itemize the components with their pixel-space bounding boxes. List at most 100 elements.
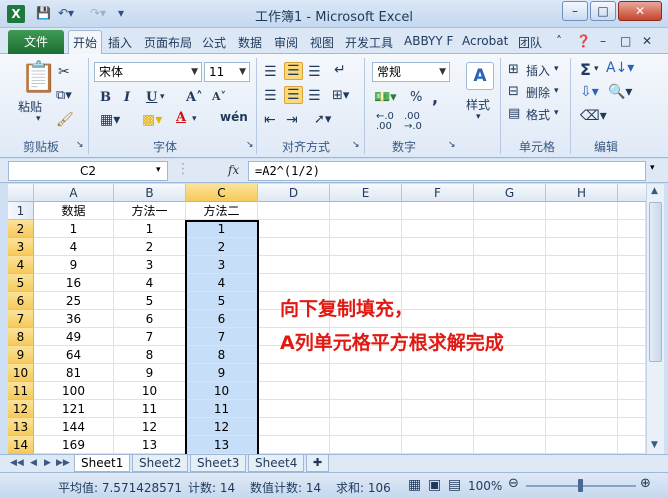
cell-e-row[interactable] — [330, 382, 402, 400]
page-layout-view-icon[interactable]: ▣ — [428, 477, 441, 493]
cell-c-row[interactable]: 7 — [186, 328, 258, 346]
shrink-font-button[interactable]: A˅ — [212, 90, 226, 103]
tab-acrobat[interactable]: Acrobat — [462, 34, 508, 48]
cell-a-row[interactable]: 64 — [34, 346, 114, 364]
cell-h-row[interactable] — [546, 292, 618, 310]
tab-data[interactable]: 数据 — [238, 34, 262, 51]
merge-center-icon[interactable]: ⊞▾ — [332, 88, 349, 103]
wrap-text-icon[interactable]: ↵ — [334, 62, 346, 78]
cell-x-row[interactable] — [618, 400, 646, 418]
cell-g-row[interactable] — [474, 418, 546, 436]
increase-decimal-icon[interactable]: ←.0.00 — [376, 112, 394, 132]
scroll-up-icon[interactable]: ▲ — [651, 186, 658, 196]
cell-b-row[interactable]: 3 — [114, 256, 186, 274]
cell-a-row[interactable]: 144 — [34, 418, 114, 436]
zoom-level[interactable]: 100% — [468, 479, 502, 493]
cell-f-row[interactable] — [402, 382, 474, 400]
borders-icon[interactable]: ▦▾ — [100, 112, 120, 128]
increase-indent-icon[interactable]: ⇥ — [286, 112, 298, 128]
align-bottom-icon[interactable]: ☰ — [308, 64, 321, 80]
cell-x-row[interactable] — [618, 346, 646, 364]
cell-a-row[interactable]: 25 — [34, 292, 114, 310]
workbook-minimize-icon[interactable]: – — [600, 34, 606, 48]
sheet-tab-sheet1[interactable]: Sheet1 — [74, 455, 131, 472]
column-header-f[interactable]: F — [402, 184, 474, 202]
cell-a-row[interactable]: 数据 — [34, 202, 114, 220]
last-sheet-icon[interactable]: ▶▶ — [56, 458, 70, 468]
row-header[interactable]: 3 — [8, 238, 34, 256]
cell-e-row[interactable] — [330, 220, 402, 238]
cell-h-row[interactable] — [546, 202, 618, 220]
select-all-corner[interactable] — [8, 184, 34, 202]
tab-developer[interactable]: 开发工具 — [345, 34, 393, 51]
column-header-h[interactable]: H — [546, 184, 618, 202]
cell-a-row[interactable]: 49 — [34, 328, 114, 346]
alignment-launcher-icon[interactable]: ↘ — [352, 140, 360, 150]
cell-b-row[interactable]: 9 — [114, 364, 186, 382]
align-left-icon[interactable]: ☰ — [264, 88, 277, 104]
cell-c-row[interactable]: 10 — [186, 382, 258, 400]
scroll-thumb[interactable] — [649, 202, 662, 362]
paste-button[interactable]: 粘贴 — [18, 98, 42, 115]
cell-h-row[interactable] — [546, 310, 618, 328]
tab-page-layout[interactable]: 页面布局 — [144, 34, 192, 51]
cell-g-row[interactable] — [474, 382, 546, 400]
cell-c-row[interactable]: 8 — [186, 346, 258, 364]
zoom-in-icon[interactable]: ⊕ — [640, 476, 651, 491]
cell-e-row[interactable] — [330, 418, 402, 436]
tab-home[interactable]: 开始 — [68, 30, 103, 55]
cell-d-row[interactable] — [258, 256, 330, 274]
format-dropdown-icon[interactable]: ▾ — [554, 108, 559, 118]
clear-icon[interactable]: ⌫▾ — [580, 108, 607, 124]
tab-file[interactable]: 文件 — [8, 30, 64, 54]
cell-c-row[interactable]: 2 — [186, 238, 258, 256]
decrease-indent-icon[interactable]: ⇤ — [264, 112, 276, 128]
row-header[interactable]: 13 — [8, 418, 34, 436]
cell-h-row[interactable] — [546, 256, 618, 274]
row-header[interactable]: 11 — [8, 382, 34, 400]
cell-f-row[interactable] — [402, 418, 474, 436]
underline-dropdown-icon[interactable]: ▾ — [160, 92, 165, 102]
row-header[interactable]: 7 — [8, 310, 34, 328]
cell-g-row[interactable] — [474, 400, 546, 418]
cell-c-row[interactable]: 12 — [186, 418, 258, 436]
find-select-icon[interactable]: 🔍▾ — [608, 84, 632, 100]
cell-a-row[interactable]: 36 — [34, 310, 114, 328]
cell-e-row[interactable] — [330, 238, 402, 256]
cell-d-row[interactable] — [258, 400, 330, 418]
workbook-close-icon[interactable]: ✕ — [642, 34, 652, 48]
bold-button[interactable]: B — [100, 90, 111, 105]
cell-e-row[interactable] — [330, 202, 402, 220]
formula-options-icon[interactable]: ⋮ — [176, 161, 190, 177]
cell-a-row[interactable]: 121 — [34, 400, 114, 418]
insert-dropdown-icon[interactable]: ▾ — [554, 64, 559, 74]
align-right-icon[interactable]: ☰ — [308, 88, 321, 104]
cell-d-row[interactable] — [258, 364, 330, 382]
cell-d-row[interactable] — [258, 274, 330, 292]
cell-x-row[interactable] — [618, 202, 646, 220]
zoom-slider-thumb[interactable] — [578, 479, 583, 492]
cell-x-row[interactable] — [618, 256, 646, 274]
styles-dropdown-icon[interactable]: ▾ — [476, 112, 481, 122]
cell-a-row[interactable]: 4 — [34, 238, 114, 256]
align-top-icon[interactable]: ☰ — [264, 64, 277, 80]
help-icon[interactable]: ❓ — [576, 34, 591, 48]
autosum-dropdown-icon[interactable]: ▾ — [594, 64, 599, 74]
cell-b-row[interactable]: 12 — [114, 418, 186, 436]
cell-d-row[interactable] — [258, 382, 330, 400]
cell-b-row[interactable]: 5 — [114, 292, 186, 310]
cell-e-row[interactable] — [330, 364, 402, 382]
delete-cells-button[interactable]: 删除 — [526, 84, 550, 101]
maximize-button[interactable]: □ — [590, 1, 616, 21]
tab-insert[interactable]: 插入 — [108, 34, 132, 51]
cell-h-row[interactable] — [546, 382, 618, 400]
cell-h-row[interactable] — [546, 418, 618, 436]
cell-x-row[interactable] — [618, 310, 646, 328]
tab-team[interactable]: 团队 — [518, 34, 542, 51]
format-cells-button[interactable]: 格式 — [526, 106, 550, 123]
cell-a-row[interactable]: 9 — [34, 256, 114, 274]
cell-g-row[interactable] — [474, 202, 546, 220]
sheet-tab-sheet2[interactable]: Sheet2 — [132, 455, 189, 472]
cell-a-row[interactable]: 169 — [34, 436, 114, 454]
format-painter-icon[interactable]: 🖌 — [56, 112, 74, 128]
